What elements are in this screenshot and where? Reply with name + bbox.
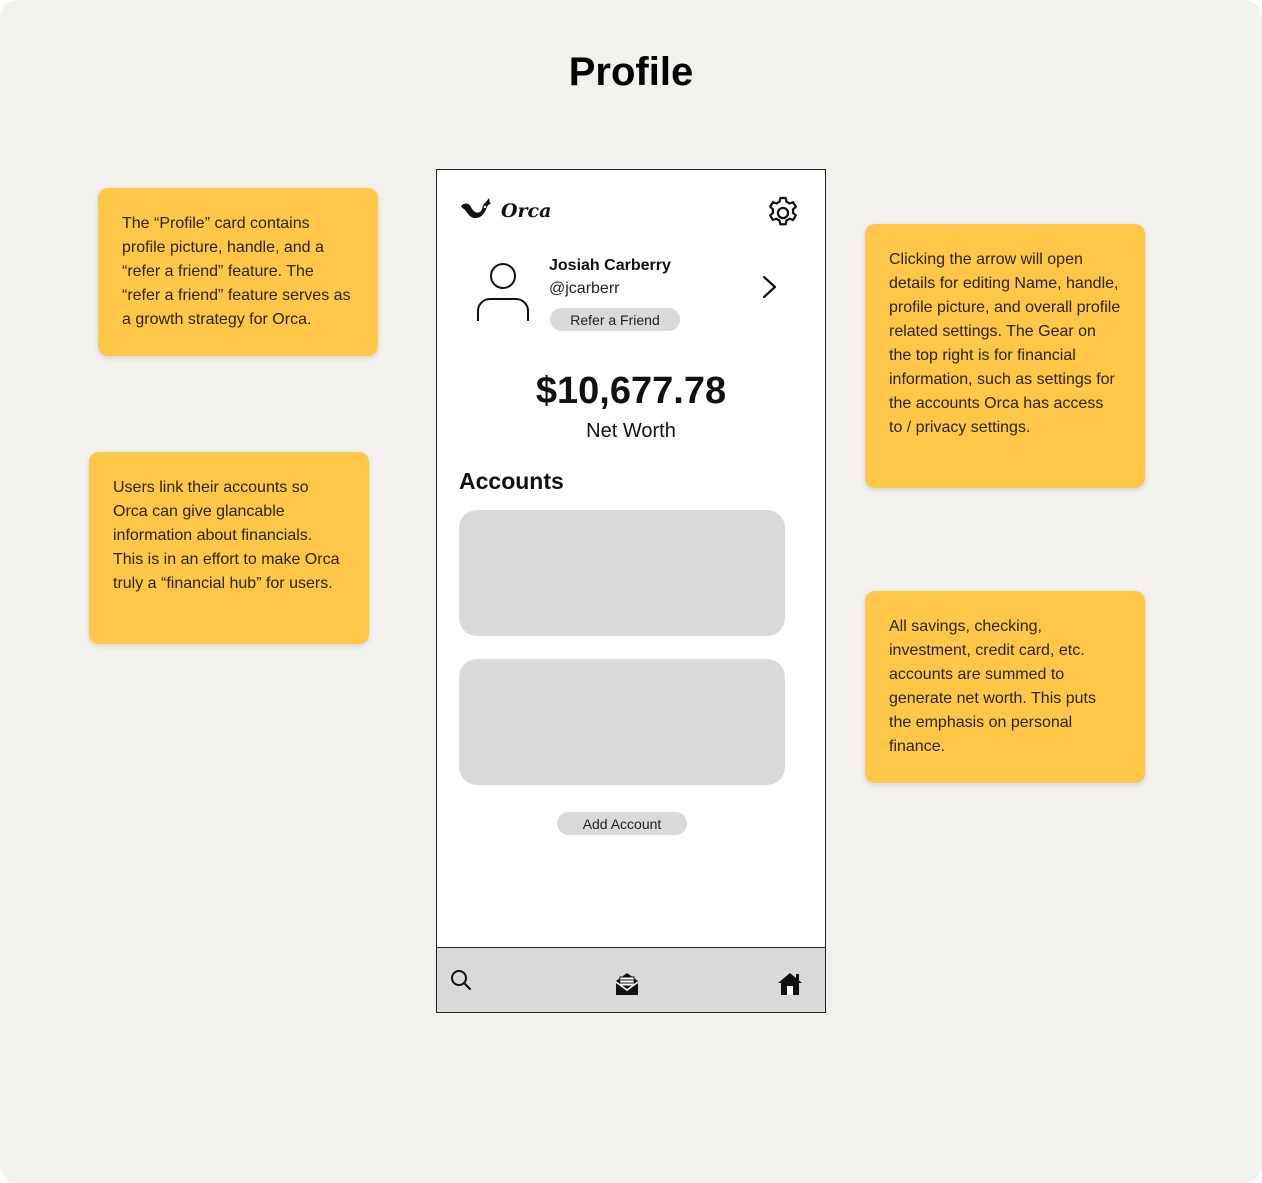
accounts-heading: Accounts — [459, 468, 564, 494]
mail-icon[interactable] — [613, 970, 641, 998]
chevron-right-icon[interactable] — [758, 272, 782, 302]
annotation-net-worth: All savings, checking, investment, credi… — [865, 591, 1145, 783]
account-card-placeholder[interactable] — [459, 659, 785, 785]
search-icon[interactable] — [449, 968, 473, 992]
profile-name: Josiah Carberry — [549, 257, 671, 274]
gear-icon[interactable] — [764, 194, 802, 232]
canvas-board: Profile The “Profile” card contains prof… — [0, 0, 1262, 1183]
annotation-profile-card: The “Profile” card contains profile pict… — [98, 188, 378, 356]
add-account-button[interactable]: Add Account — [557, 812, 687, 835]
net-worth-value: $10,677.78 — [535, 370, 727, 412]
home-icon[interactable] — [776, 970, 804, 998]
refer-a-friend-button[interactable]: Refer a Friend — [550, 308, 680, 331]
net-worth-label: Net Worth — [586, 420, 676, 442]
brand-name: Orca — [501, 200, 552, 222]
phone-frame: Orca Josiah Carberry @jcarberr Refer a F… — [436, 169, 826, 1013]
brand-logo: Orca — [459, 198, 551, 224]
account-card-placeholder[interactable] — [459, 510, 785, 636]
page-title: Profile — [568, 50, 694, 94]
orca-whale-icon — [461, 198, 491, 219]
annotation-arrow-and-gear: Clicking the arrow will open details for… — [865, 224, 1145, 488]
profile-handle: @jcarberr — [549, 280, 620, 297]
bottom-tab-bar — [437, 947, 825, 1012]
annotation-accounts: Users link their accounts so Orca can gi… — [89, 452, 369, 644]
user-avatar-icon[interactable] — [475, 261, 531, 323]
